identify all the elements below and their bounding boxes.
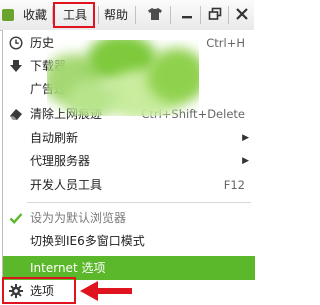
shortcut-label: F12	[223, 178, 245, 192]
menu-item-label: 下载器	[30, 59, 67, 73]
menu-bar: 收藏 工具 帮助	[0, 0, 254, 31]
menu-favorites[interactable]: 收藏	[20, 0, 50, 30]
menu-item-label: Internet 选项	[30, 261, 106, 275]
eraser-icon	[10, 109, 22, 120]
close-icon	[236, 8, 248, 20]
download-arrow-icon	[10, 60, 22, 72]
shirt-icon	[148, 8, 162, 20]
menu-item-internet-options[interactable]: Internet 选项	[3, 256, 255, 280]
menu-item-ie6-mode[interactable]: 切换到IE6多窗口模式	[3, 230, 255, 252]
menu-item-proxy[interactable]: 代理服务器 ▶	[3, 150, 255, 172]
menu-item-label: 选项	[30, 284, 55, 298]
clock-icon	[9, 36, 23, 50]
menu-help[interactable]: 帮助	[101, 0, 131, 30]
submenu-arrow-icon: ▶	[242, 156, 249, 166]
menu-separator	[98, 6, 99, 24]
menu-item-label: 清除上网痕迹	[30, 107, 103, 121]
close-button[interactable]	[230, 4, 254, 26]
menu-item-label: 历史	[30, 36, 55, 50]
skin-button[interactable]	[143, 4, 167, 26]
menu-item-label: 设为为默认浏览器	[30, 211, 127, 225]
menu-item-adblock[interactable]: 广告过	[3, 78, 255, 100]
menu-item-clear-traces[interactable]: 清除上网痕迹 Ctrl+Shift+Delete	[3, 103, 255, 125]
menu-separator	[135, 6, 136, 24]
menu-item-label: 广告过	[30, 82, 67, 96]
submenu-arrow-icon: ▶	[242, 133, 249, 143]
menu-item-dev-tools[interactable]: 开发人员工具 F12	[3, 174, 255, 196]
menu-tools[interactable]: 工具	[55, 0, 95, 30]
checkmark-icon	[9, 213, 23, 224]
menu-divider	[27, 202, 251, 203]
menu-separator	[170, 6, 171, 24]
menu-item-label: 开发人员工具	[30, 178, 103, 192]
menu-separator	[52, 6, 53, 24]
menu-item-label: 切换到IE6多窗口模式	[30, 234, 145, 248]
menu-item-set-default-browser[interactable]: 设为为默认浏览器	[3, 207, 255, 229]
menu-item-options[interactable]: 选项	[3, 278, 255, 304]
menu-item-label: 自动刷新	[30, 131, 79, 145]
menu-item-download[interactable]: 下载器	[3, 55, 255, 77]
menu-item-history[interactable]: 历史 Ctrl+H	[3, 32, 255, 54]
menu-separator	[228, 6, 229, 24]
shortcut-label: Ctrl+H	[206, 36, 245, 50]
shortcut-label: Ctrl+Shift+Delete	[141, 107, 245, 121]
app-icon	[0, 0, 16, 30]
restore-button[interactable]	[203, 4, 227, 26]
tools-dropdown-menu: 历史 Ctrl+H 下载器 广告过 清除上网痕迹 Ctrl+Shift+Dele…	[2, 30, 255, 304]
menu-item-label: 代理服务器	[30, 154, 91, 168]
restore-icon	[208, 7, 222, 20]
minimize-icon	[182, 16, 192, 19]
menu-item-auto-refresh[interactable]: 自动刷新 ▶	[3, 127, 255, 149]
gear-icon	[9, 284, 23, 298]
minimize-button[interactable]	[175, 4, 199, 26]
menu-separator	[200, 6, 201, 24]
